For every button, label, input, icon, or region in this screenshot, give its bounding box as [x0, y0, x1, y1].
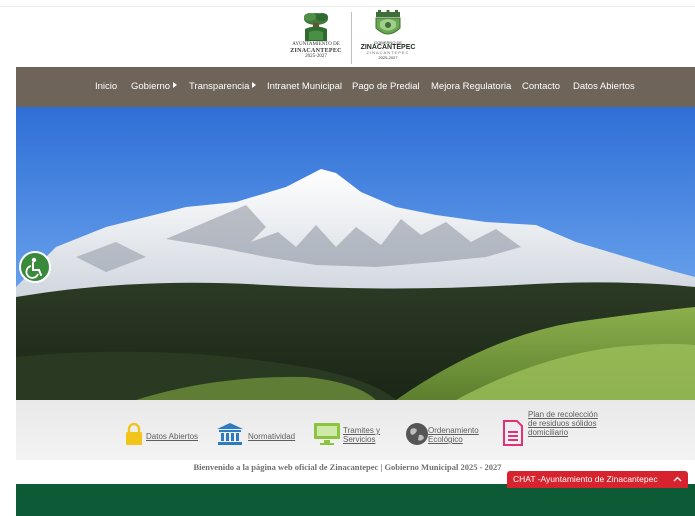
nav-item-label: Contacto [522, 81, 561, 92]
nav-item-label: Gobierno [131, 81, 171, 92]
monitor-icon[interactable] [313, 422, 341, 451]
nav-item-intranet[interactable]: Intranet Municipal [267, 67, 342, 107]
nav-item-datos-abiertos[interactable]: Datos Abiertos [573, 67, 635, 107]
gobierno-logo[interactable]: GOBIERNO DE ZINACANTEPEC ZINACANTEPEC 20… [356, 10, 420, 66]
ayuntamiento-logo[interactable]: AYUNTAMIENTO DE ZINACANTEPEC 2025-2027 [286, 10, 346, 66]
crest-icon [375, 10, 401, 35]
logo-left-line3: 2025-2027 [305, 54, 327, 59]
quick-link-tramites[interactable]: Tramites y Servicios [343, 426, 391, 444]
nav-item-gobierno[interactable]: Gobierno [131, 67, 178, 107]
quick-link-ordenamiento[interactable]: Ordenamiento Ecológico [428, 426, 492, 444]
main-nav: Inicio Gobierno Transparencia Intranet M… [16, 67, 695, 107]
chevron-up-icon [673, 471, 682, 490]
nav-item-contacto[interactable]: Contacto [522, 67, 560, 107]
top-divider [0, 6, 695, 7]
site-header: AYUNTAMIENTO DE ZINACANTEPEC 2025-2027 G… [0, 8, 695, 68]
chat-label: CHAT -Ayuntamiento de Zinacantepec [513, 474, 658, 484]
wheelchair-icon [25, 257, 42, 279]
nav-item-predial[interactable]: Pago de Predial [352, 67, 420, 107]
nav-item-label: Datos Abiertos [573, 81, 635, 92]
logo-right-line4: 2025-2027 [378, 55, 398, 60]
nav-item-inicio[interactable]: Inicio [95, 67, 117, 107]
footer-band [16, 484, 695, 516]
nav-item-label: Inicio [95, 81, 118, 92]
quick-link-plan-recoleccion[interactable]: Plan de recolección de residuos sólidos … [528, 410, 598, 437]
quick-link-datos-abiertos[interactable]: Datos Abiertos [146, 432, 198, 441]
mountain-landscape-image [16, 107, 695, 400]
padlock-icon[interactable] [125, 422, 143, 450]
logo-divider [351, 12, 352, 64]
nav-item-label: Intranet Municipal [267, 81, 342, 92]
quick-link-normatividad[interactable]: Normatividad [248, 432, 295, 441]
globe-icon[interactable] [405, 422, 429, 451]
chat-widget-button[interactable]: CHAT -Ayuntamiento de Zinacantepec [507, 471, 688, 488]
nav-item-label: Pago de Predial [352, 81, 420, 92]
nav-item-transparencia[interactable]: Transparencia [189, 67, 257, 107]
accessibility-button[interactable] [19, 251, 51, 283]
caret-right-icon [252, 82, 257, 89]
bank-icon[interactable] [217, 423, 243, 450]
nav-item-mejora-regulatoria[interactable]: Mejora Regulatoria [431, 67, 511, 107]
nav-item-label: Mejora Regulatoria [431, 81, 512, 92]
nav-item-label: Transparencia [189, 81, 250, 92]
hero-image [16, 107, 695, 400]
caret-right-icon [173, 82, 178, 89]
document-icon[interactable] [502, 420, 524, 451]
tree-emblem-icon [304, 13, 328, 41]
